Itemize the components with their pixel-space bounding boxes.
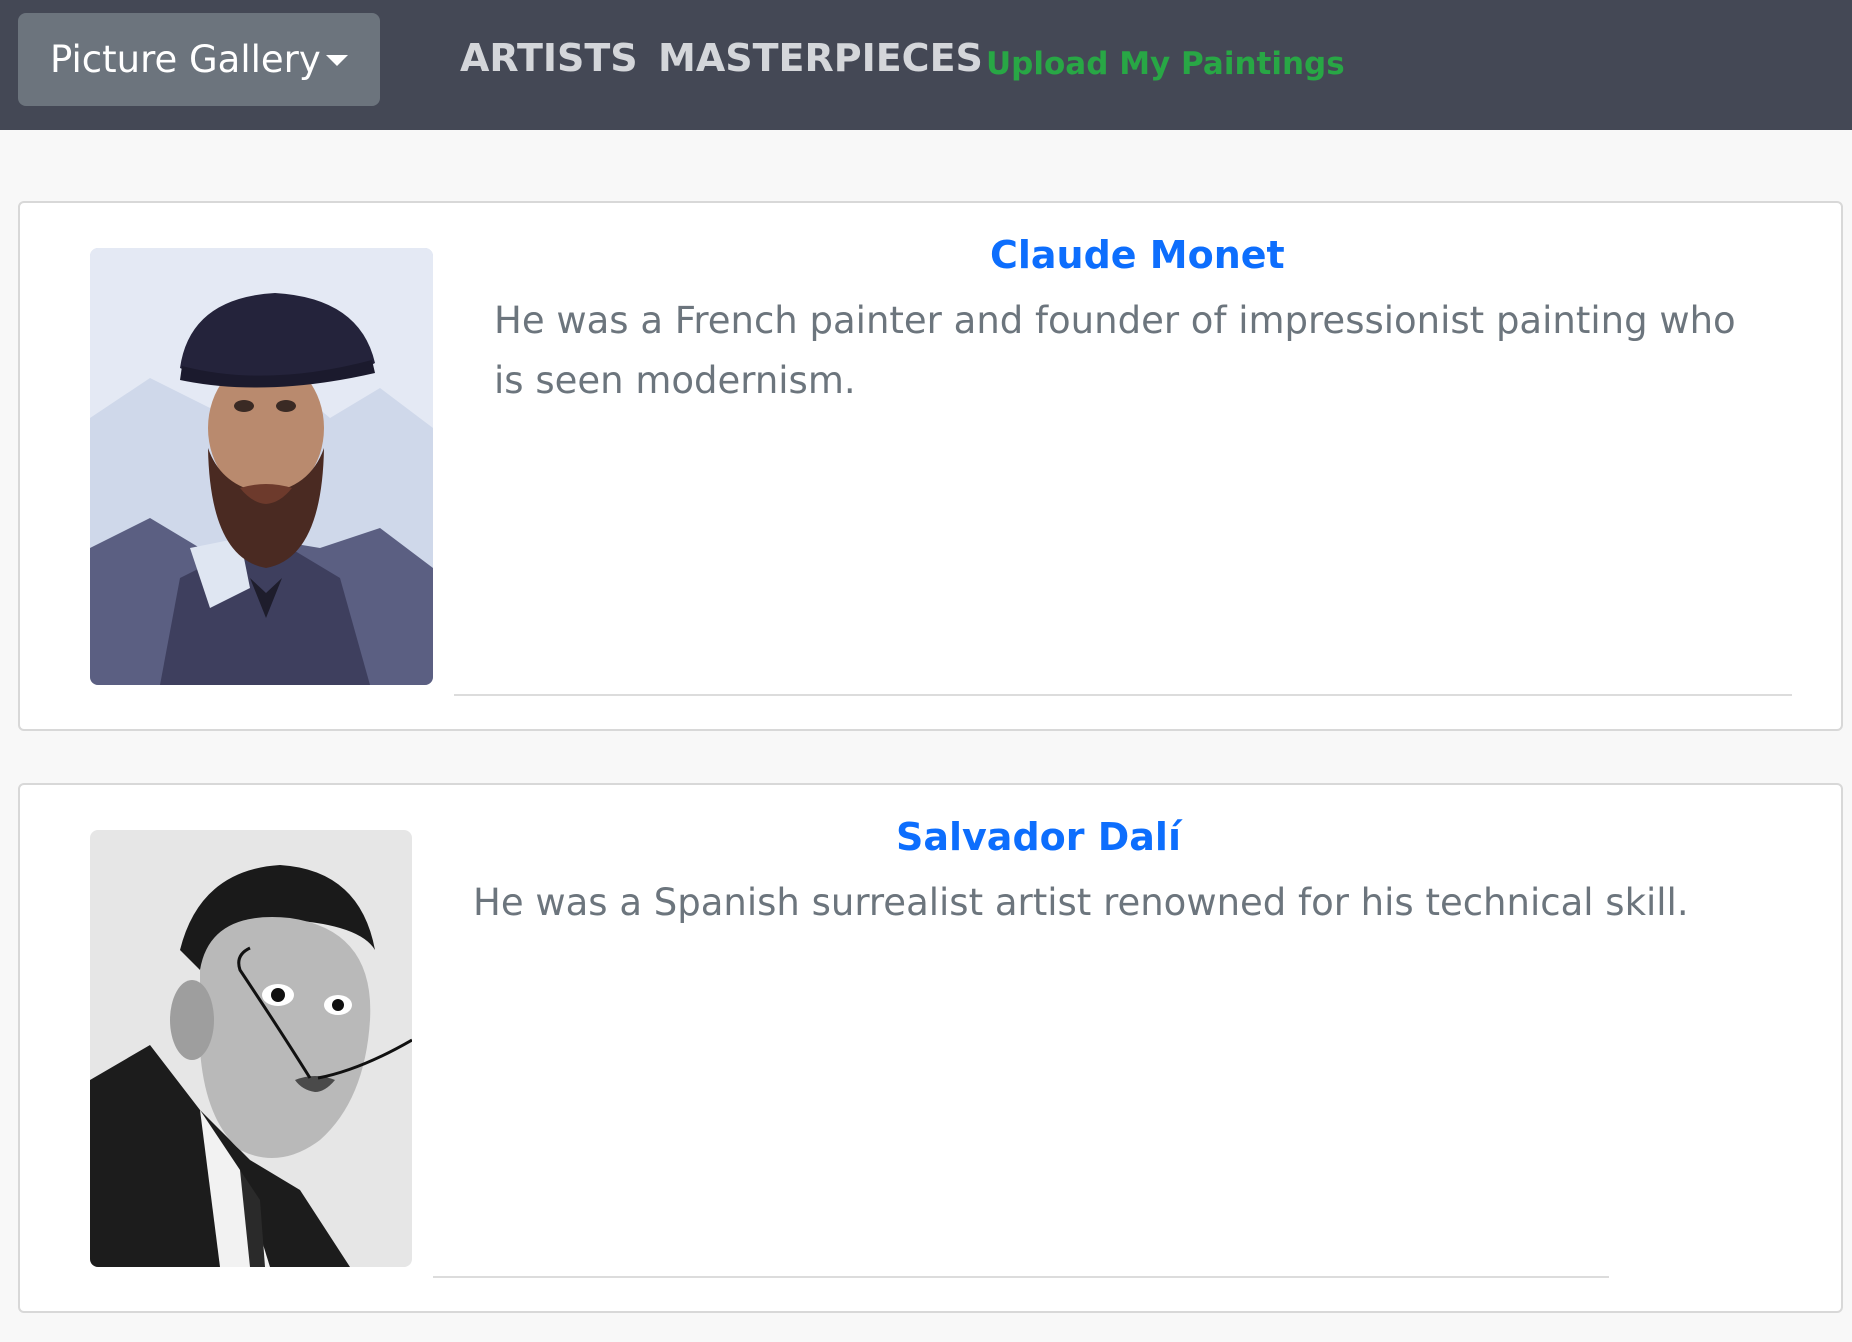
- picture-gallery-dropdown[interactable]: Picture Gallery: [18, 13, 380, 106]
- top-navbar: Picture Gallery ARTISTS MASTERPIECES Upl…: [0, 0, 1852, 130]
- artist-description: He was a French painter and founder of i…: [494, 299, 1736, 402]
- artist-name[interactable]: Salvador Dalí: [896, 815, 1181, 859]
- nav-link-masterpieces[interactable]: MASTERPIECES: [658, 36, 983, 80]
- dali-portrait-image: [90, 830, 412, 1267]
- artist-portrait: [90, 830, 412, 1267]
- upload-paintings-link[interactable]: Upload My Paintings: [986, 46, 1345, 82]
- monet-portrait-image: [90, 248, 433, 685]
- artist-name[interactable]: Claude Monet: [990, 233, 1285, 277]
- caret-down-icon: [326, 55, 348, 66]
- artist-description: He was a Spanish surrealist artist renow…: [473, 881, 1689, 924]
- card-divider: [433, 1276, 1609, 1278]
- artist-portrait: [90, 248, 433, 685]
- nav-link-artists[interactable]: ARTISTS: [460, 36, 638, 80]
- brand-label: Picture Gallery: [50, 38, 321, 81]
- artist-card: Claude Monet He was a French painter and…: [18, 201, 1843, 731]
- artist-card: Salvador Dalí He was a Spanish surrealis…: [18, 783, 1843, 1313]
- card-divider: [454, 694, 1792, 696]
